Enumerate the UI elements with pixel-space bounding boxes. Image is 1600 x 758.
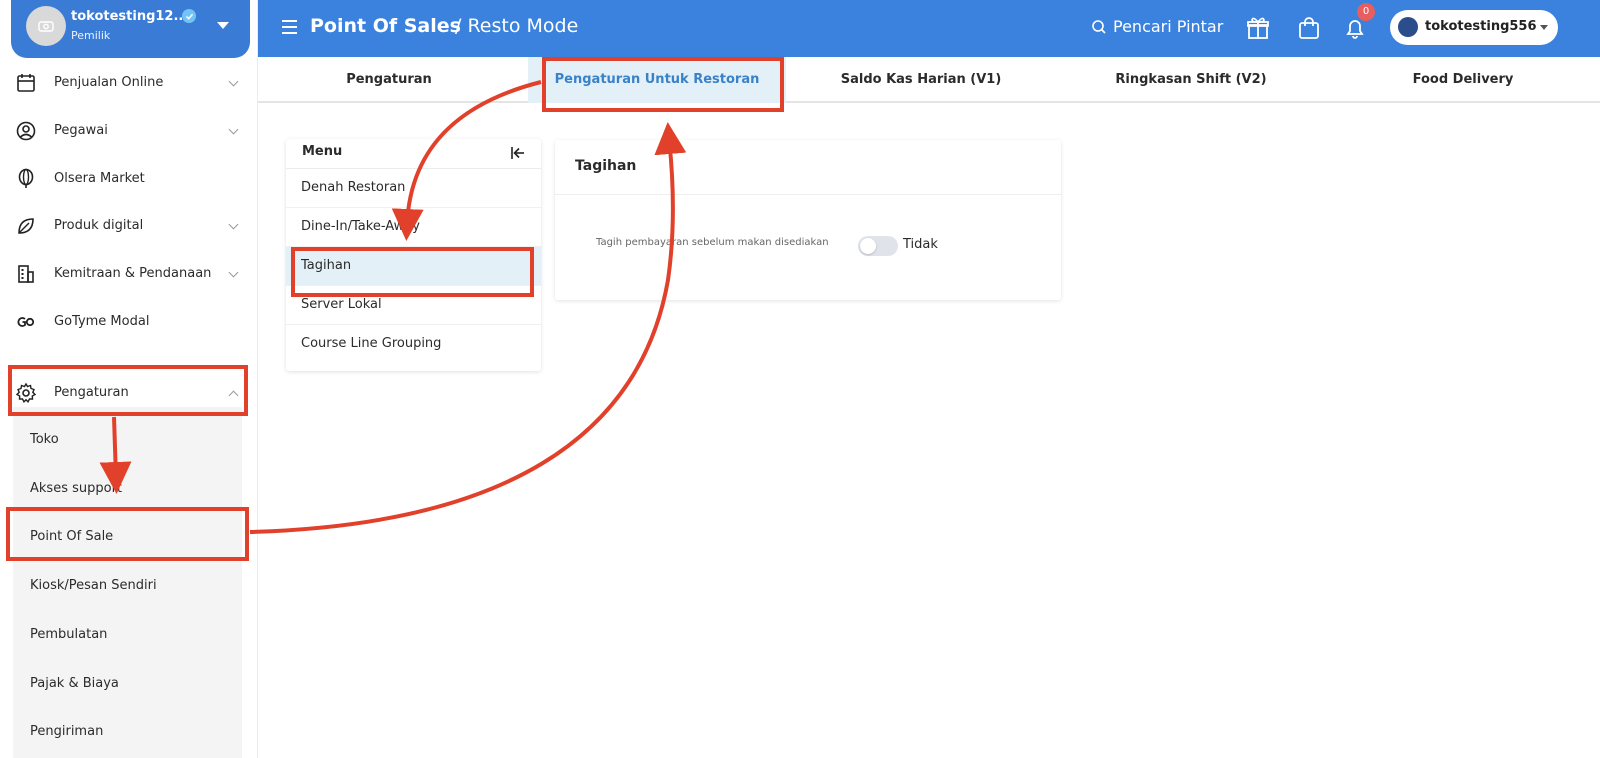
sidebar-item-label: GoTyme Modal	[54, 313, 150, 329]
menu-item-label: Server Lokal	[301, 297, 382, 312]
balloon-icon	[18, 168, 34, 188]
chevron-down-icon	[228, 76, 239, 87]
store-selector[interactable]: tokotesting556	[1390, 10, 1558, 45]
chevron-down-icon	[228, 267, 239, 278]
tab-saldo-kas-harian[interactable]: Saldo Kas Harian (V1)	[786, 57, 1056, 103]
caret-down-icon[interactable]	[217, 22, 229, 29]
calendar-icon	[17, 74, 35, 92]
sidebar-item-penjualan-online[interactable]: Penjualan Online	[0, 62, 250, 102]
sidebar-item-pegawai[interactable]: Pegawai	[0, 110, 250, 150]
go-logo-icon	[17, 317, 35, 327]
user-card[interactable]: tokotesting12... Pemilik	[11, 0, 250, 58]
menu-item-label: Course Line Grouping	[301, 336, 442, 351]
bill-before-meal-toggle[interactable]	[858, 236, 898, 256]
verified-icon	[182, 9, 196, 23]
shopping-bag-icon[interactable]	[1295, 14, 1323, 42]
sidebar-item-label: Olsera Market	[54, 170, 145, 186]
sidebar-item-label: Penjualan Online	[54, 74, 164, 90]
tab-pengaturan[interactable]: Pengaturan	[258, 57, 520, 103]
store-name: tokotesting556	[1425, 19, 1537, 34]
card-title: Tagihan	[575, 158, 637, 174]
user-role: Pemilik	[71, 29, 111, 42]
collapse-left-icon[interactable]	[510, 145, 526, 161]
menu-item-course-line-grouping[interactable]: Course Line Grouping	[286, 325, 541, 364]
tab-food-delivery[interactable]: Food Delivery	[1326, 57, 1600, 103]
page-subtitle: / Resto Mode	[455, 15, 579, 37]
annotation-box-pengaturan	[8, 365, 248, 416]
annotation-box-tagihan	[291, 247, 534, 297]
search-icon	[1092, 19, 1106, 34]
toggle-knob	[860, 238, 876, 254]
notification-badge: 0	[1357, 3, 1375, 21]
smart-search-button[interactable]: Pencari Pintar	[1091, 17, 1223, 36]
divider	[555, 194, 1061, 195]
tab-bar: Pengaturan Pengaturan Untuk Restoran Sal…	[258, 57, 1600, 103]
sidebar-item-label: Pegawai	[54, 122, 108, 138]
sidebar-item-label: Produk digital	[54, 217, 144, 233]
submenu-item-pembulatan[interactable]: Pembulatan	[30, 627, 107, 642]
billing-settings-card: Tagihan Tagih pembayaran sebelum makan d…	[555, 140, 1061, 300]
sidebar-item-gotyme-modal[interactable]: GoTyme Modal	[0, 301, 250, 341]
user-circle-icon	[16, 121, 36, 141]
page-title: Point Of Sales	[310, 15, 461, 37]
smart-search-label: Pencari Pintar	[1113, 17, 1224, 36]
annotation-box-point-of-sale	[6, 507, 249, 561]
submenu-item-pajak-biaya[interactable]: Pajak & Biaya	[30, 676, 119, 691]
menu-title: Menu	[302, 144, 343, 159]
menu-item-denah-restoran[interactable]: Denah Restoran	[286, 169, 541, 208]
sidebar-item-kemitraan-pendanaan[interactable]: Kemitraan & Pendanaan	[0, 253, 250, 293]
store-logo	[1398, 17, 1418, 37]
chevron-down-icon	[228, 219, 239, 230]
sidebar-item-produk-digital[interactable]: Produk digital	[0, 205, 250, 245]
top-header: Point Of Sales / Resto Mode Pencari Pint…	[258, 0, 1600, 57]
toggle-value: Tidak	[903, 237, 938, 252]
submenu-item-kiosk[interactable]: Kiosk/Pesan Sendiri	[30, 578, 157, 593]
user-name: tokotesting12...	[71, 9, 189, 24]
hamburger-menu-icon[interactable]	[282, 20, 297, 34]
submenu-item-toko[interactable]: Toko	[30, 432, 59, 447]
avatar	[26, 6, 66, 46]
bill-before-meal-label: Tagih pembayaran sebelum makan disediaka…	[596, 237, 829, 248]
building-icon	[18, 265, 34, 283]
sidebar-item-olsera-market[interactable]: Olsera Market	[0, 158, 250, 198]
submenu-item-akses-support[interactable]: Akses support	[30, 481, 122, 496]
menu-header: Menu	[286, 139, 541, 169]
sidebar-item-label: Kemitraan & Pendanaan	[54, 265, 212, 281]
menu-item-label: Denah Restoran	[301, 180, 406, 195]
caret-down-icon	[1540, 25, 1548, 30]
menu-item-label: Dine-In/Take-Away	[301, 219, 420, 234]
leaf-icon	[18, 218, 34, 234]
chevron-down-icon	[228, 124, 239, 135]
menu-item-dine-in-take-away[interactable]: Dine-In/Take-Away	[286, 208, 541, 247]
tab-ringkasan-shift[interactable]: Ringkasan Shift (V2)	[1056, 57, 1326, 103]
annotation-box-restaurant-tab	[542, 57, 784, 112]
submenu-item-pengiriman[interactable]: Pengiriman	[30, 724, 103, 739]
store-icon	[38, 21, 54, 32]
gift-icon[interactable]	[1244, 14, 1272, 42]
